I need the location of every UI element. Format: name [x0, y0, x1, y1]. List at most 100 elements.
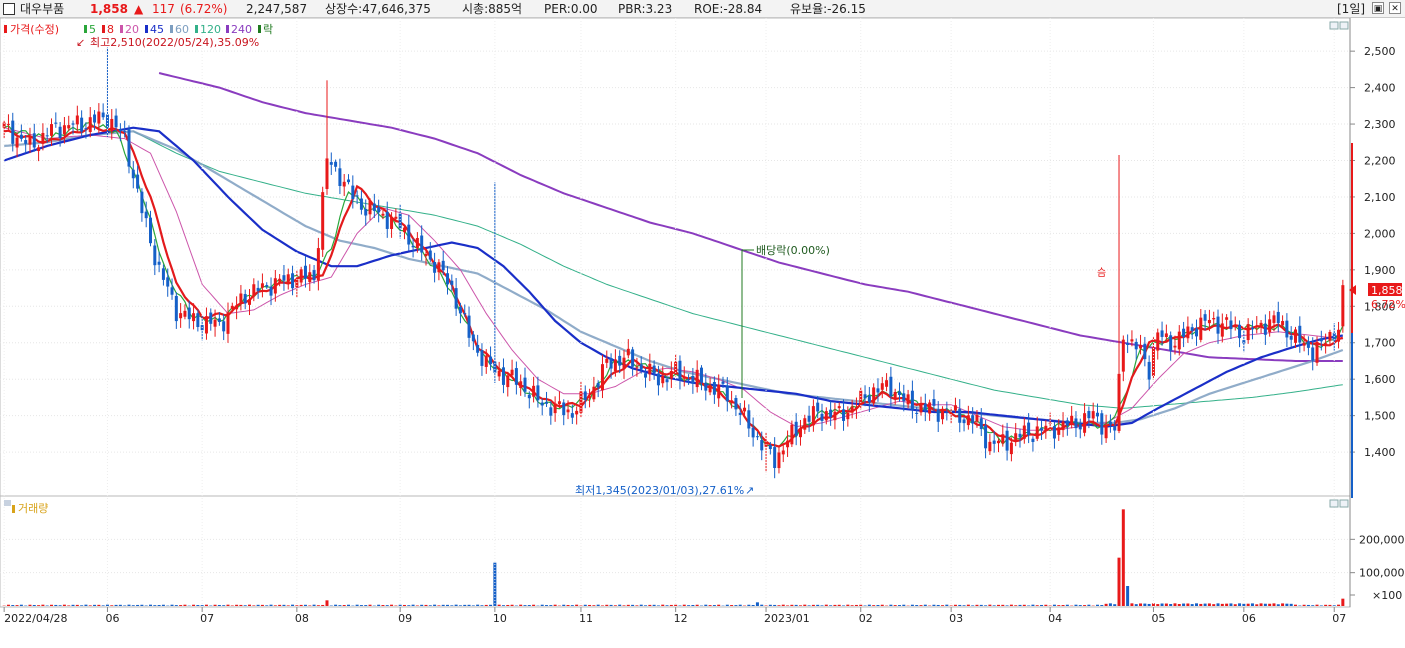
volume-bar [1207, 603, 1211, 606]
volume-tick-label: 100,000 [1359, 567, 1405, 580]
volume-bar [1005, 605, 1009, 606]
candle-body [471, 334, 475, 342]
volume-bar [424, 604, 428, 606]
date-tick-label: 02 [859, 612, 873, 625]
close-icon[interactable]: ✕ [1389, 2, 1401, 14]
event-swatch [258, 25, 261, 33]
volume-bar [153, 605, 157, 606]
candle-body [342, 181, 346, 187]
stock-name[interactable]: 대우부품 [20, 2, 64, 16]
candle-body [1018, 433, 1022, 438]
volume-bar [15, 605, 19, 606]
candle-body [19, 134, 23, 139]
candle-body [665, 379, 669, 383]
volume-bar [1126, 586, 1130, 606]
candle-body [919, 403, 923, 413]
candle-body [351, 185, 355, 199]
ma120-legend: 120 [200, 23, 221, 36]
volume-bar [226, 604, 230, 606]
volume-bar [1216, 603, 1220, 606]
volume-bar [1104, 603, 1108, 606]
candle-body [880, 383, 884, 390]
volume-bar [631, 604, 635, 606]
restore-icon[interactable]: ▣ [1372, 2, 1384, 14]
volume-bar [687, 605, 691, 606]
volume-pane-minimize-icon[interactable] [1329, 499, 1339, 508]
volume-bar [239, 604, 243, 606]
candle-body [308, 272, 312, 283]
candle-body [635, 367, 639, 369]
candle-body [833, 411, 837, 421]
candle-body [807, 415, 811, 422]
period-selector[interactable]: [1일] [1337, 2, 1365, 16]
price-legend-swatch [4, 25, 7, 33]
candle-body [510, 369, 514, 376]
candle-body [411, 245, 415, 248]
candle-body [32, 133, 36, 148]
volume-bar [936, 604, 940, 606]
candle-body [699, 367, 703, 383]
candle-body [235, 305, 239, 310]
candle-body [252, 284, 256, 297]
volume-bar [583, 604, 587, 606]
candle-body [88, 117, 92, 132]
volume-bar [613, 605, 617, 606]
pane-minimize-icon[interactable] [1329, 21, 1339, 30]
candle-body [915, 412, 919, 414]
volume-bar [1246, 603, 1250, 606]
volume-bar [441, 604, 445, 606]
volume-bar [32, 604, 36, 606]
volume-bar [200, 605, 204, 606]
candle-body [975, 415, 979, 422]
candle-body [28, 135, 32, 145]
volume-bar [1311, 605, 1315, 606]
volume-pane-maximize-icon[interactable] [1339, 499, 1349, 508]
candle-body [433, 262, 437, 273]
volume-bar [816, 604, 820, 606]
pane-maximize-icon[interactable] [1339, 21, 1349, 30]
ma60-swatch [170, 25, 173, 33]
volume-bar [575, 604, 579, 606]
volume-bar [105, 604, 109, 606]
high-annotation: 최고2,510(2022/05/24),35.09% [90, 36, 259, 49]
candle-body [1199, 317, 1203, 340]
candle-body [24, 140, 28, 144]
candle-body [1233, 324, 1237, 328]
volume-bar [626, 604, 630, 606]
candle-body [583, 391, 587, 400]
volume-bar [131, 605, 135, 606]
candle-body [441, 260, 445, 271]
volume-bar [691, 604, 695, 606]
candle-body [867, 395, 871, 403]
volume-bar [588, 604, 592, 606]
select-checkbox[interactable] [3, 3, 15, 15]
candle-body [489, 356, 493, 365]
candle-body [984, 425, 988, 449]
volume-bar [1065, 604, 1069, 606]
volume-bar [1315, 604, 1319, 606]
candle-body [179, 313, 183, 319]
volume-bar [1018, 604, 1022, 606]
candle-body [192, 313, 196, 322]
candle-body [1285, 320, 1289, 338]
date-tick-label: 05 [1151, 612, 1165, 625]
candle-body [6, 123, 10, 125]
roe-value: ROE:-28.84 [694, 2, 763, 16]
volume-bar [1009, 604, 1013, 606]
volume-bar [1044, 604, 1048, 606]
volume-bar [1289, 603, 1293, 606]
candle-body [1139, 344, 1143, 349]
volume-bar [192, 604, 196, 606]
candle-body [381, 213, 385, 216]
candle-body [760, 440, 764, 451]
volume-bar [359, 605, 363, 606]
volume-bar [385, 605, 389, 606]
candle-body [209, 312, 213, 324]
candle-body [67, 125, 71, 129]
ma8-swatch [102, 25, 105, 33]
volume-bar [136, 604, 140, 606]
volume-bar [1281, 603, 1285, 606]
volume-bar [1156, 604, 1160, 606]
volume-pane-handle[interactable] [4, 500, 11, 506]
candle-body [996, 440, 1000, 444]
